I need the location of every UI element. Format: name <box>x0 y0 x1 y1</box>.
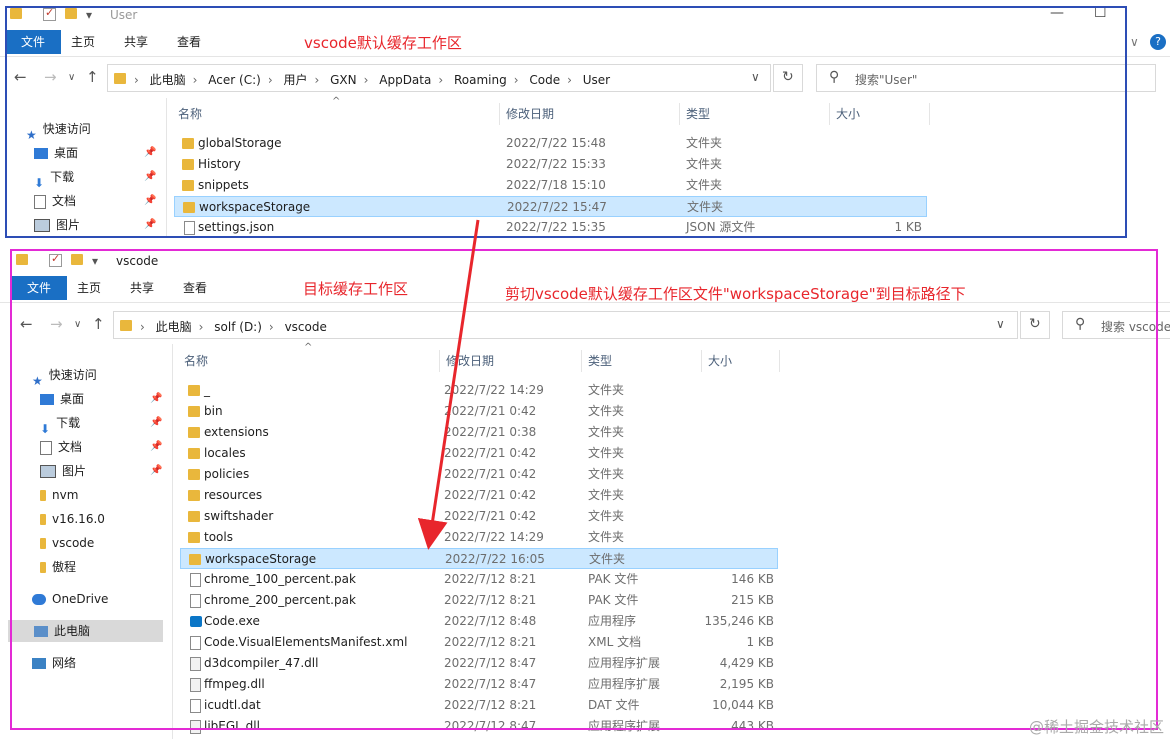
arrow-line <box>417 219 480 550</box>
annotation-arrow <box>417 219 480 550</box>
watermark: @稀土掘金技术社区 <box>1028 718 1164 736</box>
